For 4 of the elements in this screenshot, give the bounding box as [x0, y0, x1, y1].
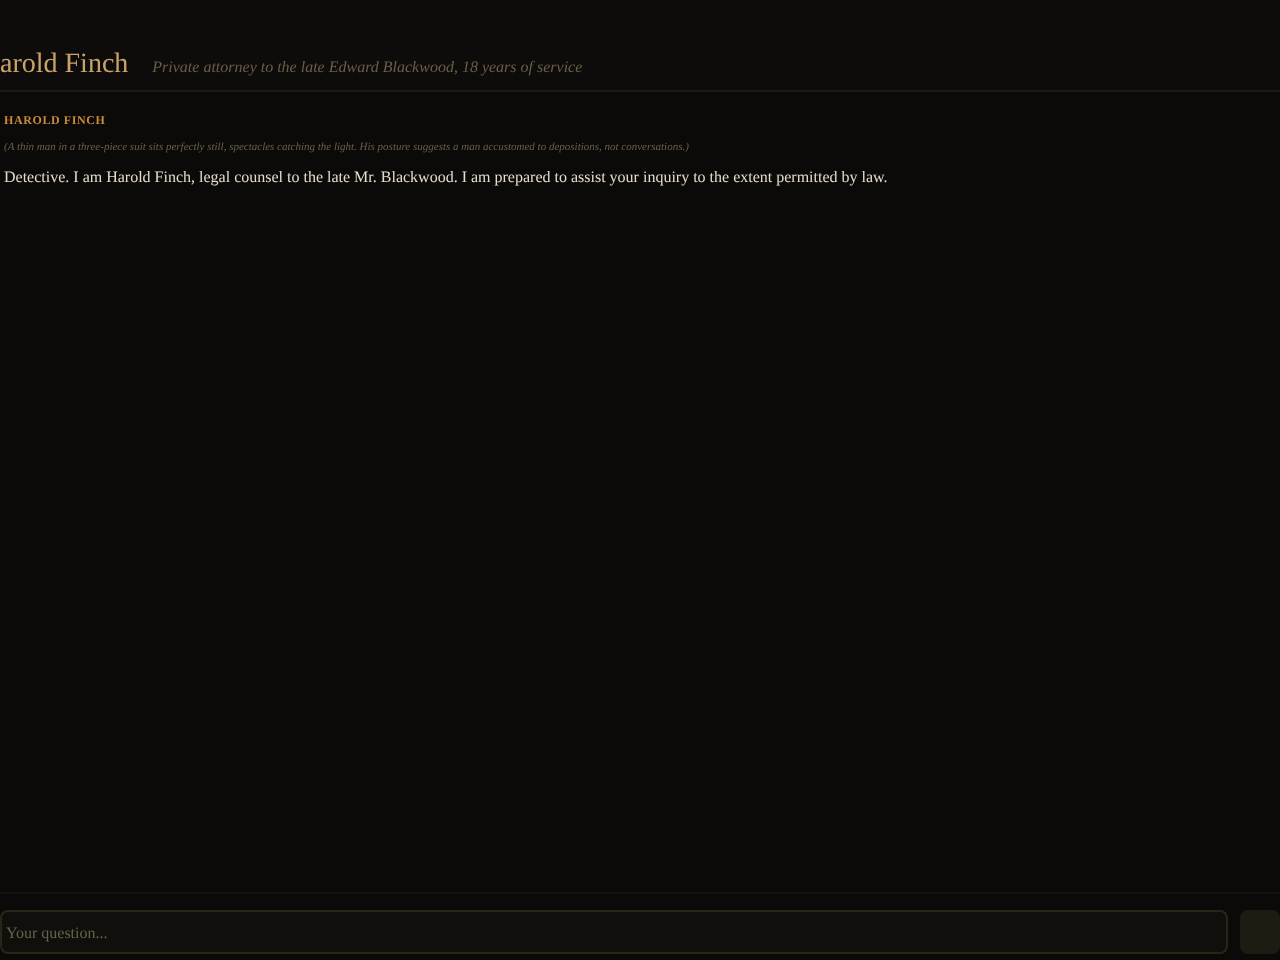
dialogue-text: Detective. I am Harold Finch, legal counsel to the late Mr. Blackwood. I am prepared to assist your inquiry to the extent permitted by law.: [4, 167, 890, 188]
question-field[interactable]: Your question...: [0, 910, 1228, 954]
character-description: Private attorney to the late Edward Blackwood, 18 years of service: [152, 60, 583, 76]
character-name: arold Finch: [0, 52, 129, 80]
